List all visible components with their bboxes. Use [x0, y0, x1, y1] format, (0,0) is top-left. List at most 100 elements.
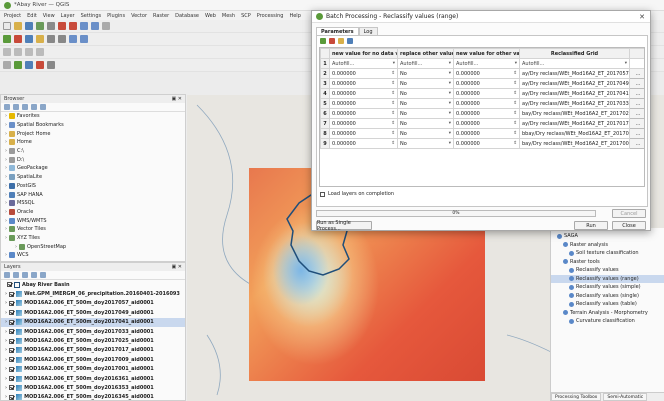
- browser-item[interactable]: › C:\: [1, 147, 185, 156]
- browser-item[interactable]: › Project Home: [1, 129, 185, 138]
- menu-item-mesh[interactable]: Mesh: [222, 13, 235, 19]
- layer-visibility-checkbox[interactable]: [9, 291, 15, 297]
- roi-icon[interactable]: [47, 61, 55, 69]
- scp-icon[interactable]: [25, 61, 33, 69]
- replace-other-select[interactable]: No ▾: [397, 78, 454, 89]
- close-button[interactable]: Close: [612, 221, 646, 230]
- save-icon[interactable]: [347, 37, 353, 44]
- toolbox-item[interactable]: Reclassify values (simple): [551, 283, 664, 292]
- layer-visibility-checkbox[interactable]: [9, 300, 15, 306]
- save-project-icon[interactable]: [25, 22, 33, 30]
- label-tool-icon[interactable]: [3, 48, 11, 56]
- reclassified-grid-path-input[interactable]: ay/Dry reclass/WEt_Mod16A2_ET_2017057.s: [519, 68, 630, 79]
- other-value-input[interactable]: 0.000000 ⇕: [453, 138, 520, 149]
- toolbox-item[interactable]: Curvature classification: [551, 317, 664, 326]
- autofill-button[interactable]: Autofill... ▾: [397, 58, 454, 69]
- menu-item-web[interactable]: Web: [205, 13, 216, 19]
- reclassified-grid-path-input[interactable]: ay/Dry reclass/WEt_Mod16A2_ET_2017033.sd: [519, 98, 630, 109]
- spinner-icon[interactable]: ⇕: [513, 131, 517, 136]
- chevron-right-icon[interactable]: ›: [5, 329, 7, 335]
- layer-item[interactable]: › MOD16A2.006_ET_500m_doy2017049_aid0001: [1, 308, 185, 317]
- chevron-right-icon[interactable]: ›: [5, 113, 7, 119]
- layer-item[interactable]: › MOD16A2.006_ET_500m_doy2016361_aid0001: [1, 374, 185, 383]
- layer-item[interactable]: › MOD16A2.006_ET_500m_doy2017033_aid0001: [1, 327, 185, 336]
- browser-item[interactable]: › GeoPackage: [1, 164, 185, 173]
- label-move-icon[interactable]: [36, 48, 44, 56]
- browser-item[interactable]: › WMS/WMTS: [1, 216, 185, 225]
- pan-icon[interactable]: [47, 22, 55, 30]
- refresh-icon[interactable]: [102, 22, 110, 30]
- spinner-icon[interactable]: ⇕: [391, 101, 395, 106]
- label-rotate-icon[interactable]: [25, 48, 33, 56]
- menu-item-edit[interactable]: Edit: [27, 13, 37, 19]
- layer-visibility-checkbox[interactable]: [9, 319, 15, 325]
- layer-item[interactable]: › MOD16A2.006_ET_500m_doy2017041_aid0001: [1, 317, 185, 327]
- browser-item[interactable]: › MSSQL: [1, 199, 185, 208]
- nodata-value-input[interactable]: 0.000000 ⇕: [329, 118, 398, 129]
- filter-icon[interactable]: [22, 104, 28, 110]
- menu-item-view[interactable]: View: [43, 13, 55, 19]
- nodata-value-input[interactable]: 0.000000 ⇕: [329, 108, 398, 119]
- replace-other-select[interactable]: No ▾: [397, 118, 454, 129]
- nodata-value-input[interactable]: 0.000000 ⇕: [329, 128, 398, 139]
- browser-item[interactable]: › PostGIS: [1, 182, 185, 191]
- nodata-value-input[interactable]: 0.000000 ⇕: [329, 68, 398, 79]
- chevron-right-icon[interactable]: ›: [5, 183, 7, 189]
- toolbox-item[interactable]: Reclassify values (single): [551, 292, 664, 301]
- expand-all-icon[interactable]: [31, 272, 37, 278]
- chevron-right-icon[interactable]: ›: [5, 235, 7, 241]
- properties-icon[interactable]: [40, 104, 46, 110]
- panel-float-icon[interactable]: ▣ ✕: [171, 264, 182, 270]
- tab-processing-toolbox[interactable]: Processing Toolbox: [551, 393, 602, 401]
- chevron-right-icon[interactable]: ›: [5, 376, 7, 382]
- chevron-right-icon[interactable]: ›: [5, 338, 7, 344]
- chevron-right-icon[interactable]: ›: [5, 300, 7, 306]
- browser-item[interactable]: › Oracle: [1, 208, 185, 217]
- toolbox-item[interactable]: Reclassify values (table): [551, 300, 664, 309]
- chevron-right-icon[interactable]: ›: [5, 148, 7, 154]
- layer-item[interactable]: › MOD16A2.006_ET_500m_doy2017001_aid0001: [1, 365, 185, 374]
- browser-item[interactable]: › D:\: [1, 155, 185, 164]
- layer-visibility-checkbox[interactable]: [9, 347, 15, 353]
- toolbox-item[interactable]: Soil texture classification: [551, 249, 664, 258]
- add-selected-icon[interactable]: [13, 104, 19, 110]
- nodata-value-input[interactable]: 0.000000 ⇕: [329, 138, 398, 149]
- reclassified-grid-path-input[interactable]: ay/Dry reclass/WEt_Mod16A2_ET_2017049.sd: [519, 78, 630, 89]
- chevron-right-icon[interactable]: ›: [5, 226, 7, 232]
- nodata-value-input[interactable]: 0.000000 ⇕: [329, 88, 398, 99]
- chevron-right-icon[interactable]: ›: [5, 366, 7, 372]
- spinner-icon[interactable]: ⇕: [391, 141, 395, 146]
- spinner-icon[interactable]: ⇕: [391, 131, 395, 136]
- zoom-layer-icon[interactable]: [91, 22, 99, 30]
- layer-visibility-checkbox[interactable]: [9, 376, 15, 382]
- browser-item[interactable]: › Home: [1, 138, 185, 147]
- chevron-right-icon[interactable]: ›: [5, 209, 7, 215]
- add-raster-icon[interactable]: [14, 35, 22, 43]
- chevron-right-icon[interactable]: ›: [5, 165, 7, 171]
- chevron-right-icon[interactable]: ›: [5, 122, 7, 128]
- layer-visibility-checkbox[interactable]: [9, 357, 15, 363]
- band-set-icon[interactable]: [36, 61, 44, 69]
- layer-visibility-checkbox[interactable]: [7, 282, 12, 288]
- browser-item[interactable]: › Spatial Bookmarks: [1, 121, 185, 130]
- other-value-input[interactable]: 0.000000 ⇕: [453, 88, 520, 99]
- browse-file-button[interactable]: …: [629, 108, 644, 119]
- chevron-right-icon[interactable]: ›: [5, 310, 7, 316]
- layer-item[interactable]: › MOD16A2.006_ET_500m_doy2017009_aid0001: [1, 355, 185, 364]
- spinner-icon[interactable]: ⇕: [513, 91, 517, 96]
- spinner-icon[interactable]: ⇕: [391, 71, 395, 76]
- spinner-icon[interactable]: ⇕: [391, 91, 395, 96]
- browse-file-button[interactable]: …: [629, 138, 644, 149]
- python-console-icon[interactable]: [3, 61, 11, 69]
- autofill-button[interactable]: Autofill... ▾: [519, 58, 630, 69]
- label-pin-icon[interactable]: [14, 48, 22, 56]
- replace-other-select[interactable]: No ▾: [397, 98, 454, 109]
- autofill-button[interactable]: Autofill... ▾: [329, 58, 398, 69]
- chevron-right-icon[interactable]: ›: [5, 139, 7, 145]
- chevron-right-icon[interactable]: ›: [5, 192, 7, 198]
- chevron-right-icon[interactable]: ›: [5, 357, 7, 363]
- browser-item[interactable]: › XYZ Tiles: [1, 234, 185, 243]
- layer-item[interactable]: › MOD16A2.006_ET_500m_doy2016345_aid0001: [1, 393, 185, 401]
- chevron-right-icon[interactable]: ›: [5, 291, 7, 297]
- browser-item[interactable]: › SpatiaLite: [1, 173, 185, 182]
